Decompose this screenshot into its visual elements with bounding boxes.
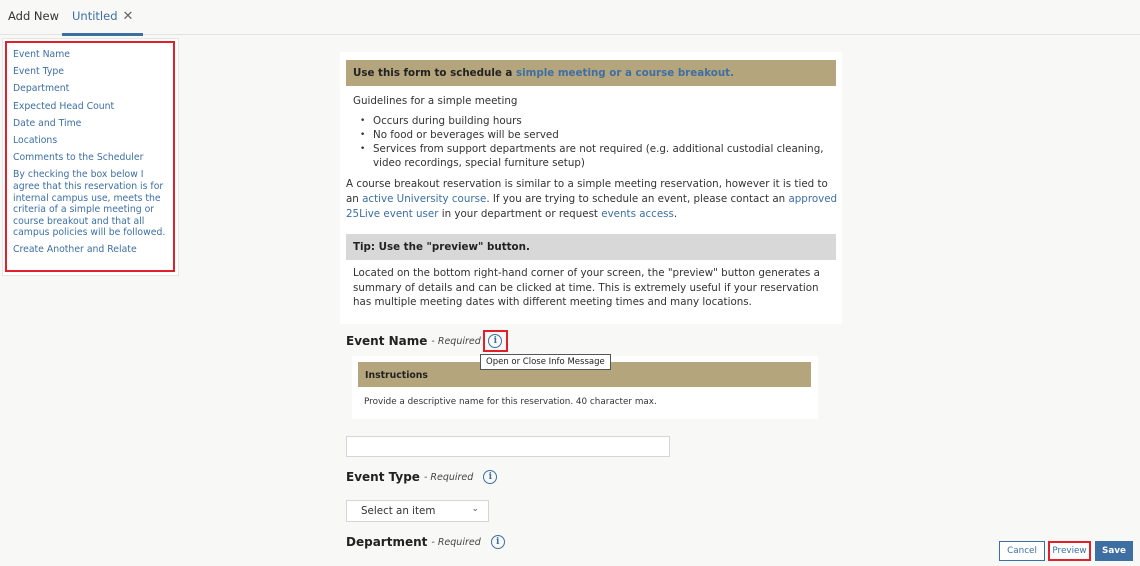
required-marker: - Required bbox=[431, 335, 481, 347]
events-access-link[interactable]: events access bbox=[601, 208, 674, 220]
tip-banner: Tip: Use the "preview" button. bbox=[346, 234, 836, 260]
info-icon[interactable]: i bbox=[490, 535, 505, 549]
instructions-body: Provide a descriptive name for this rese… bbox=[364, 397, 657, 407]
info-icon[interactable]: i bbox=[483, 470, 498, 484]
tab-untitled[interactable]: Untitled ✕ bbox=[62, 0, 144, 36]
cancel-button[interactable]: Cancel bbox=[999, 541, 1045, 561]
sidebar-item-agreement[interactable]: By checking the box below I agree that t… bbox=[13, 169, 168, 239]
save-button[interactable]: Save bbox=[1095, 541, 1133, 561]
sidebar-item-head-count[interactable]: Expected Head Count bbox=[13, 101, 168, 113]
guideline-item: No food or beverages will be served bbox=[360, 128, 830, 142]
banner-link[interactable]: simple meeting or a course breakout. bbox=[516, 67, 734, 79]
required-marker: - Required bbox=[423, 471, 474, 483]
breakout-text: in your department or request bbox=[438, 208, 602, 220]
preview-button[interactable]: Preview bbox=[1048, 541, 1091, 561]
event-name-title: Event Name bbox=[346, 334, 428, 348]
guideline-item: Occurs during building hours bbox=[360, 114, 830, 128]
event-type-label: Event Type - Required i bbox=[346, 470, 498, 484]
close-icon[interactable]: ✕ bbox=[123, 9, 134, 24]
tooltip: Open or Close Info Message bbox=[480, 354, 611, 370]
department-title: Department bbox=[346, 535, 428, 549]
event-type-selected: Select an item bbox=[361, 505, 436, 517]
event-name-input[interactable] bbox=[346, 436, 670, 457]
guideline-item: Services from support departments are no… bbox=[360, 142, 830, 170]
tip-body: Located on the bottom right-hand corner … bbox=[353, 267, 820, 308]
tab-untitled-label: Untitled bbox=[72, 9, 118, 23]
sidebar-nav: Event Name Event Type Department Expecte… bbox=[5, 41, 175, 272]
chevron-down-icon: ⌄ bbox=[471, 504, 479, 514]
event-type-title: Event Type bbox=[346, 470, 420, 484]
intro-banner: Use this form to schedule a simple meeti… bbox=[346, 60, 836, 86]
tab-add-new[interactable]: Add New bbox=[8, 9, 59, 23]
department-label: Department - Required i bbox=[346, 535, 505, 549]
tab-bar: Add New Untitled ✕ bbox=[0, 0, 1140, 36]
sidebar-item-date-time[interactable]: Date and Time bbox=[13, 118, 168, 130]
event-name-label: Event Name - Required i bbox=[346, 330, 508, 352]
sidebar-item-locations[interactable]: Locations bbox=[13, 135, 168, 147]
breakout-text: . If you are trying to schedule an event… bbox=[486, 193, 789, 205]
breakout-text: . bbox=[673, 208, 678, 220]
breakout-paragraph: A course breakout reservation is similar… bbox=[346, 177, 838, 222]
guidelines-title: Guidelines for a simple meeting bbox=[353, 95, 518, 107]
sidebar-item-create-another[interactable]: Create Another and Relate bbox=[13, 244, 168, 256]
sidebar-item-comments[interactable]: Comments to the Scheduler bbox=[13, 152, 168, 164]
info-icon[interactable]: i bbox=[488, 334, 503, 348]
event-type-select[interactable]: Select an item ⌄ bbox=[346, 500, 489, 522]
banner-text: Use this form to schedule a bbox=[353, 67, 516, 79]
active-course-link[interactable]: active University course bbox=[362, 193, 486, 205]
required-marker: - Required bbox=[431, 536, 481, 548]
info-highlight: i bbox=[482, 330, 508, 352]
guidelines-list: Occurs during building hours No food or … bbox=[360, 114, 830, 170]
sidebar-item-event-type[interactable]: Event Type bbox=[13, 66, 168, 78]
intro-card: Use this form to schedule a simple meeti… bbox=[340, 52, 842, 324]
sidebar-item-event-name[interactable]: Event Name bbox=[13, 49, 168, 61]
sidebar-item-department[interactable]: Department bbox=[13, 83, 168, 95]
